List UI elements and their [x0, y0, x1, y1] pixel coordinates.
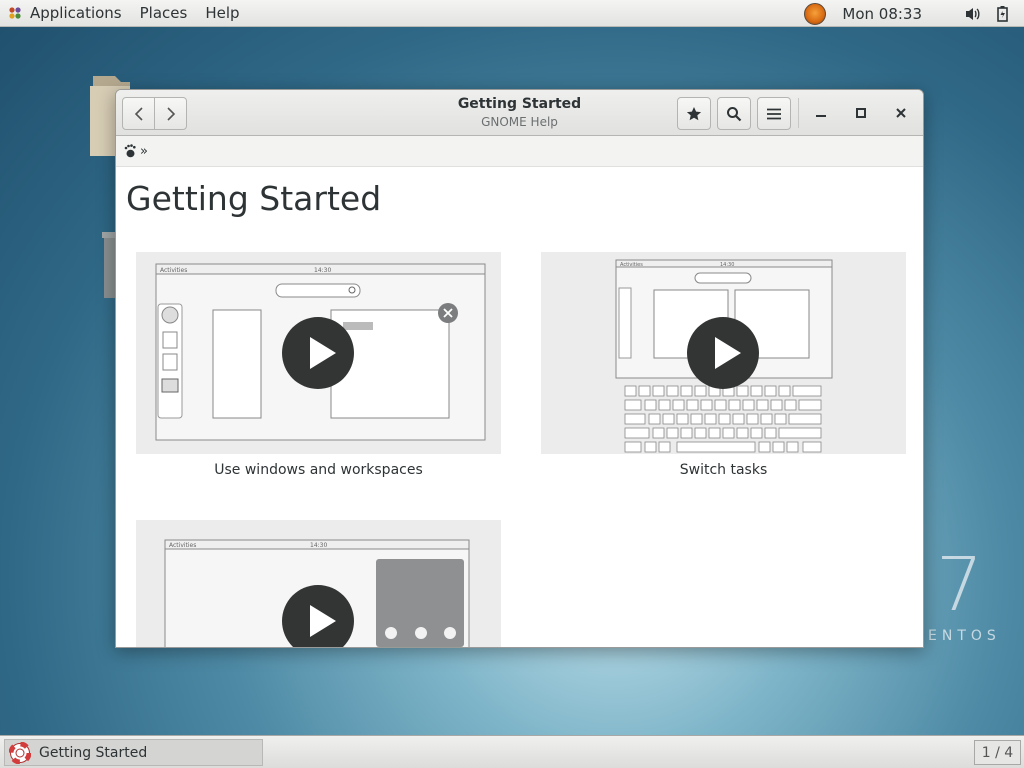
caption-windows-workspaces[interactable]: Use windows and workspaces [136, 462, 501, 478]
close-button[interactable] [890, 102, 912, 124]
minimize-button[interactable] [810, 102, 832, 124]
taskbar-item-label: Getting Started [39, 744, 148, 761]
top-bar: Applications Places Help Mon 08:33 [0, 0, 1024, 27]
minimize-icon [816, 115, 826, 117]
applications-menu[interactable]: Applications [0, 0, 131, 27]
taskbar-item-getting-started[interactable]: Getting Started [4, 739, 263, 766]
header-separator [798, 98, 799, 128]
applications-label: Applications [30, 4, 122, 22]
places-label: Places [139, 4, 188, 22]
play-button[interactable] [282, 585, 354, 647]
gnome-foot-icon [9, 7, 21, 19]
help-window: Getting Started GNOME Help » Getting Sta… [115, 89, 924, 648]
caption-switch-tasks[interactable]: Switch tasks [541, 462, 906, 478]
mock-activities-label: Activities [169, 542, 196, 549]
video-card-windows-workspaces[interactable]: Activities 14:30 [136, 252, 501, 454]
hamburger-icon [767, 108, 781, 119]
search-icon [727, 106, 742, 121]
breadcrumb-separator: » [140, 143, 148, 159]
user-avatar[interactable] [804, 2, 827, 25]
header-bar: Getting Started GNOME Help [116, 90, 923, 136]
video-card-switch-tasks[interactable]: Activities 14:30 [541, 252, 906, 454]
menu-button[interactable] [757, 97, 791, 130]
clock[interactable]: Mon 08:33 [842, 5, 922, 23]
battery-icon[interactable] [994, 5, 1012, 23]
watermark-text: ENTOS [928, 628, 1001, 644]
window-title: Getting Started [457, 96, 582, 112]
help-label: Help [205, 4, 240, 22]
maximize-button[interactable] [850, 102, 872, 124]
home-foot-icon[interactable] [124, 144, 136, 158]
bookmark-button[interactable] [677, 97, 711, 130]
mock-activities-label: Activities [160, 267, 187, 274]
mock-activities-label: Activities [620, 262, 643, 268]
volume-icon[interactable] [964, 5, 982, 23]
maximize-icon [856, 108, 866, 118]
places-menu[interactable]: Places [131, 0, 197, 27]
workspace-indicator[interactable]: 1 / 4 [974, 740, 1021, 765]
mock-time-label: 14:30 [720, 262, 734, 268]
breadcrumb: » [116, 136, 923, 167]
play-button[interactable] [687, 317, 759, 389]
watermark-number: 7 [936, 542, 984, 628]
close-icon [896, 108, 906, 118]
page-title: Getting Started [126, 179, 382, 218]
video-card-notifications[interactable]: Activities 14:30 [136, 520, 501, 647]
lifebuoy-icon [9, 741, 31, 764]
window-subtitle: GNOME Help [481, 115, 558, 129]
play-button[interactable] [282, 317, 354, 389]
taskbar: Getting Started 1 / 4 [0, 735, 1024, 768]
mock-time-label: 14:30 [314, 267, 331, 274]
help-menu[interactable]: Help [196, 0, 248, 27]
star-icon [686, 106, 702, 120]
mock-time-label: 14:30 [310, 542, 327, 549]
search-button[interactable] [717, 97, 751, 130]
help-content: Getting Started Activities 14:30 Use win… [116, 168, 923, 647]
